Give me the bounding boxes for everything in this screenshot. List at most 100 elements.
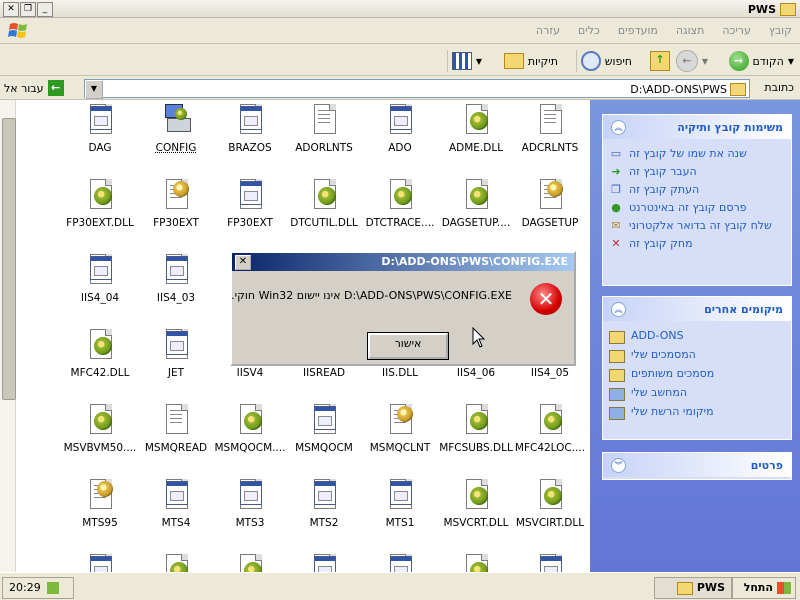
menu-help[interactable]: עזרה — [536, 24, 560, 37]
file-item[interactable] — [212, 552, 288, 572]
file-item[interactable]: ADO — [362, 102, 438, 172]
file-item[interactable]: MSVBVM50.... — [62, 402, 138, 472]
forward-button[interactable]: ← ▼ — [675, 50, 708, 72]
task-item[interactable]: ✕ מחק קובץ זה — [609, 237, 783, 251]
ok-button[interactable]: אישור — [367, 332, 449, 360]
search-label: חיפוש — [604, 54, 632, 68]
file-item[interactable] — [362, 552, 438, 572]
other-places-header[interactable]: ︽ מיקומים אחרים — [603, 297, 791, 321]
file-item[interactable]: BRAZOS — [212, 102, 288, 172]
place-item[interactable]: מסמכים משותפים — [609, 367, 783, 382]
taskbar: התחל PWS 20:29 — [0, 572, 800, 600]
place-item[interactable]: המחשב שלי — [609, 386, 783, 401]
file-item[interactable]: FP30EXT — [212, 177, 288, 247]
task-item[interactable]: ❐ העתק קובץ זה — [609, 183, 783, 197]
task-item[interactable]: ▭ שנה את שמו של קובץ זה — [609, 147, 783, 161]
file-item[interactable]: FP30EXT.DLL — [62, 177, 138, 247]
file-item[interactable]: DTCUTIL.DLL — [286, 177, 362, 247]
file-item[interactable]: ADCRLNTS — [512, 102, 588, 172]
file-name: MTS2 — [309, 517, 339, 529]
address-dropdown-button[interactable]: ▼ — [85, 80, 103, 99]
file-name: IIS4_03 — [156, 292, 196, 304]
file-item[interactable]: MFC42LOC.... — [512, 402, 588, 472]
file-item[interactable]: DTCTRACE.... — [362, 177, 438, 247]
file-item[interactable]: MTS3 — [212, 477, 288, 547]
file-item[interactable]: IIS4_03 — [138, 252, 214, 322]
minimize-button[interactable]: _ — [37, 2, 53, 17]
file-item[interactable]: IIS4_04 — [62, 252, 138, 322]
taskbar-window-pws[interactable]: PWS — [654, 577, 732, 599]
window-title: PWS — [747, 3, 776, 16]
file-tasks-header[interactable]: ︽ משימות קובץ ותיקיה — [603, 115, 791, 139]
setup-info-icon — [87, 477, 113, 509]
file-item[interactable]: MSMQCLNT — [362, 402, 438, 472]
menu-favorites[interactable]: מועדפים — [618, 24, 658, 37]
file-item[interactable]: MTS1 — [362, 477, 438, 547]
vertical-scrollbar[interactable] — [0, 100, 16, 572]
file-item[interactable]: DAG — [62, 102, 138, 172]
file-item[interactable] — [438, 552, 514, 572]
file-item[interactable]: JET — [138, 327, 214, 397]
tray-icon[interactable] — [46, 582, 59, 594]
file-item[interactable] — [62, 552, 138, 572]
file-item[interactable]: DAGSETUP.... — [438, 177, 514, 247]
collapse-icon[interactable]: ︽ — [611, 302, 626, 317]
search-icon — [580, 51, 601, 71]
file-item[interactable]: MSMQOCM — [286, 402, 362, 472]
file-item[interactable]: MSVCIRT.DLL — [512, 477, 588, 547]
task-item[interactable]: ✉ שלח קובץ זה בדואר אלקטרוני — [609, 219, 783, 233]
task-label: מחק קובץ זה — [629, 237, 693, 250]
collapse-icon[interactable]: ︽ — [611, 120, 626, 135]
task-item[interactable]: ➜ העבר קובץ זה — [609, 165, 783, 179]
file-item[interactable]: ADORLNTS — [286, 102, 362, 172]
file-item[interactable]: MTS95 — [62, 477, 138, 547]
file-item[interactable]: ADME.DLL — [438, 102, 514, 172]
shared-documents-icon — [609, 369, 625, 382]
folders-button[interactable]: תיקיות — [503, 50, 558, 72]
file-item[interactable]: MFC42.DLL — [62, 327, 138, 397]
dll-gear-icon — [463, 102, 489, 134]
file-item[interactable] — [138, 552, 214, 572]
file-item[interactable]: DAGSETUP — [512, 177, 588, 247]
dialog-close-button[interactable]: ✕ — [235, 255, 251, 270]
menu-tools[interactable]: כלים — [578, 24, 600, 37]
place-item[interactable]: המסמכים שלי — [609, 348, 783, 363]
file-item[interactable] — [286, 552, 362, 572]
go-button[interactable]: עבור אל ← — [4, 78, 64, 98]
restore-button[interactable]: ❐ — [20, 2, 36, 17]
expand-icon[interactable]: ︾ — [611, 458, 626, 473]
menu-edit[interactable]: עריכה — [722, 24, 751, 37]
back-label: הקודם — [752, 54, 784, 68]
close-button[interactable]: ✕ — [3, 2, 19, 17]
file-item[interactable]: FP30EXT — [138, 177, 214, 247]
search-button[interactable]: חיפוש — [575, 50, 632, 72]
file-item[interactable] — [512, 552, 588, 572]
address-input[interactable]: ▼ D:\ADD-ONS\PWS — [84, 79, 750, 99]
file-name: MSVCIRT.DLL — [515, 517, 585, 529]
place-label: מסמכים משותפים — [631, 367, 715, 380]
file-item[interactable]: MSMQOCM.... — [212, 402, 288, 472]
menu-view[interactable]: תצוגה — [676, 24, 704, 37]
scrollbar-thumb[interactable] — [2, 118, 16, 400]
file-item[interactable]: CONFIG — [138, 102, 214, 172]
menu-file[interactable]: קובץ — [769, 24, 792, 37]
file-name: MFC42LOC.... — [514, 442, 586, 454]
place-item[interactable]: ADD-ONS — [609, 329, 783, 344]
start-label: התחל — [743, 581, 773, 594]
file-item[interactable]: MFCSUBS.DLL — [438, 402, 514, 472]
back-button[interactable]: → הקודם ▼ — [728, 50, 794, 72]
task-item[interactable]: ● פרסם קובץ זה באינטרנט — [609, 201, 783, 215]
details-header[interactable]: ︾ פרטים — [603, 453, 791, 477]
file-item[interactable]: MTS2 — [286, 477, 362, 547]
up-button[interactable]: ↑ — [650, 50, 670, 72]
program-icon — [311, 477, 337, 509]
file-item[interactable]: MTS4 — [138, 477, 214, 547]
file-name: ADO — [388, 142, 412, 154]
start-button[interactable]: התחל — [732, 577, 796, 599]
program-icon — [163, 477, 189, 509]
file-item[interactable]: MSMQREAD — [138, 402, 214, 472]
program-icon — [387, 552, 413, 572]
file-item[interactable]: MSVCRT.DLL — [438, 477, 514, 547]
views-button[interactable]: ▼ — [446, 50, 482, 72]
place-item[interactable]: מיקומי הרשת שלי — [609, 405, 783, 420]
